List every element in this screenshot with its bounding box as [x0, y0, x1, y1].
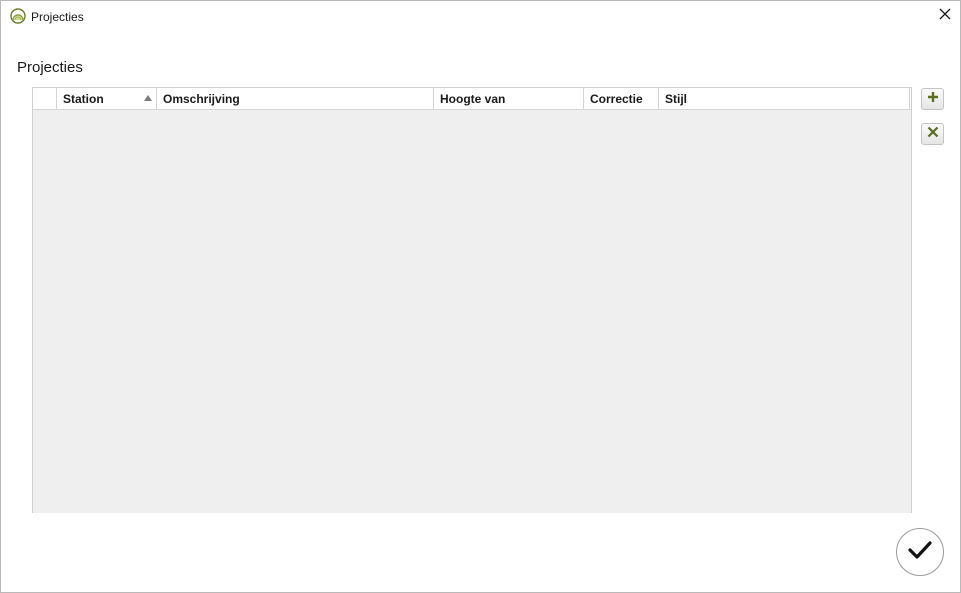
window-title: Projecties: [31, 10, 84, 24]
plus-icon: [927, 90, 939, 108]
ok-button[interactable]: [896, 528, 944, 576]
close-icon: [939, 7, 951, 25]
x-icon: [927, 125, 939, 143]
column-header-correctie[interactable]: Correctie: [584, 88, 659, 109]
checkmark-icon: [908, 540, 932, 565]
column-header-hoogte-van[interactable]: Hoogte van: [434, 88, 584, 109]
grid-header: Station Omschrijving Hoogte van Correcti…: [33, 88, 911, 110]
rainbow-app-icon: [10, 8, 26, 24]
sort-ascending-icon: [144, 95, 152, 101]
column-header-station[interactable]: Station: [57, 88, 157, 109]
remove-button[interactable]: [921, 123, 944, 145]
row-indicator-header: [33, 88, 57, 109]
column-header-stijl[interactable]: Stijl: [659, 88, 910, 109]
section-title: Projecties: [17, 59, 83, 76]
add-button[interactable]: [921, 88, 944, 110]
dialog-window: Projecties Projecties Station Omschrijvi…: [0, 0, 961, 593]
projections-grid[interactable]: Station Omschrijving Hoogte van Correcti…: [32, 87, 912, 513]
column-header-omschrijving[interactable]: Omschrijving: [157, 88, 434, 109]
title-bar: Projecties: [1, 1, 960, 32]
close-button[interactable]: [933, 5, 957, 27]
